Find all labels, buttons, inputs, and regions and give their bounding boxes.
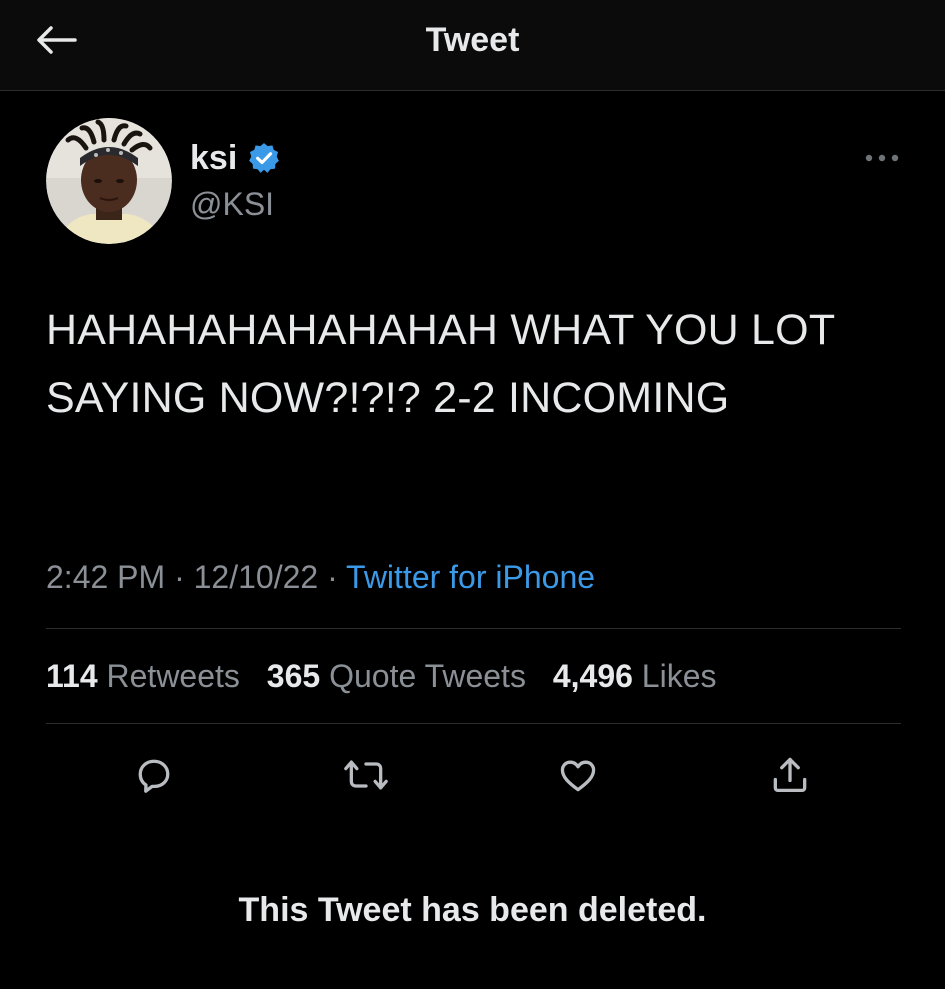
author-display-name[interactable]: ksi bbox=[190, 139, 237, 178]
author-name-row: ksi bbox=[190, 136, 281, 180]
divider bbox=[46, 723, 901, 724]
more-options-button[interactable] bbox=[858, 140, 906, 176]
author-handle[interactable]: @KSI bbox=[190, 186, 274, 223]
like-icon bbox=[560, 760, 596, 792]
likes-stat[interactable]: 4,496 Likes bbox=[553, 652, 717, 700]
more-dots-icon bbox=[865, 154, 899, 162]
likes-count: 4,496 bbox=[552, 658, 633, 694]
action-bar bbox=[0, 745, 945, 805]
page-title: Tweet bbox=[425, 21, 520, 59]
retweets-label: Retweets bbox=[106, 658, 240, 694]
verified-badge-icon bbox=[247, 141, 281, 175]
reply-button[interactable] bbox=[124, 745, 184, 805]
retweets-count: 114 bbox=[46, 658, 98, 694]
tweet-stats: 114 Retweets 365 Quote Tweets 4,496 Like… bbox=[46, 652, 735, 700]
quote-tweets-count: 365 bbox=[266, 658, 321, 694]
quote-tweets-label: Quote Tweets bbox=[329, 658, 526, 694]
top-bar: Tweet bbox=[0, 0, 945, 91]
deleted-tweet-notice: This Tweet has been deleted. bbox=[238, 891, 707, 929]
retweet-icon bbox=[344, 760, 388, 790]
likes-label: Likes bbox=[641, 658, 717, 694]
tweet-date[interactable]: 12/10/22 bbox=[194, 559, 319, 595]
reply-icon bbox=[138, 759, 170, 793]
share-icon bbox=[773, 757, 807, 793]
like-button[interactable] bbox=[548, 745, 608, 805]
tweet-meta: 2:42 PM · 12/10/22 · Twitter for iPhone bbox=[46, 553, 595, 601]
retweets-stat[interactable]: 114 Retweets bbox=[46, 652, 240, 700]
tweet-time[interactable]: 2:42 PM bbox=[46, 559, 165, 595]
divider bbox=[46, 628, 901, 629]
retweet-button[interactable] bbox=[336, 745, 396, 805]
share-button[interactable] bbox=[760, 745, 820, 805]
quote-tweets-stat[interactable]: 365 Quote Tweets bbox=[267, 652, 526, 700]
meta-separator: · bbox=[174, 559, 185, 595]
meta-separator: · bbox=[327, 559, 338, 595]
tweet-text: HAHAHAHAHAHAHAH WHAT YOU LOT SAYING NOW?… bbox=[46, 306, 835, 422]
tweet-source-link[interactable]: Twitter for iPhone bbox=[346, 559, 595, 595]
avatar[interactable] bbox=[46, 118, 172, 244]
